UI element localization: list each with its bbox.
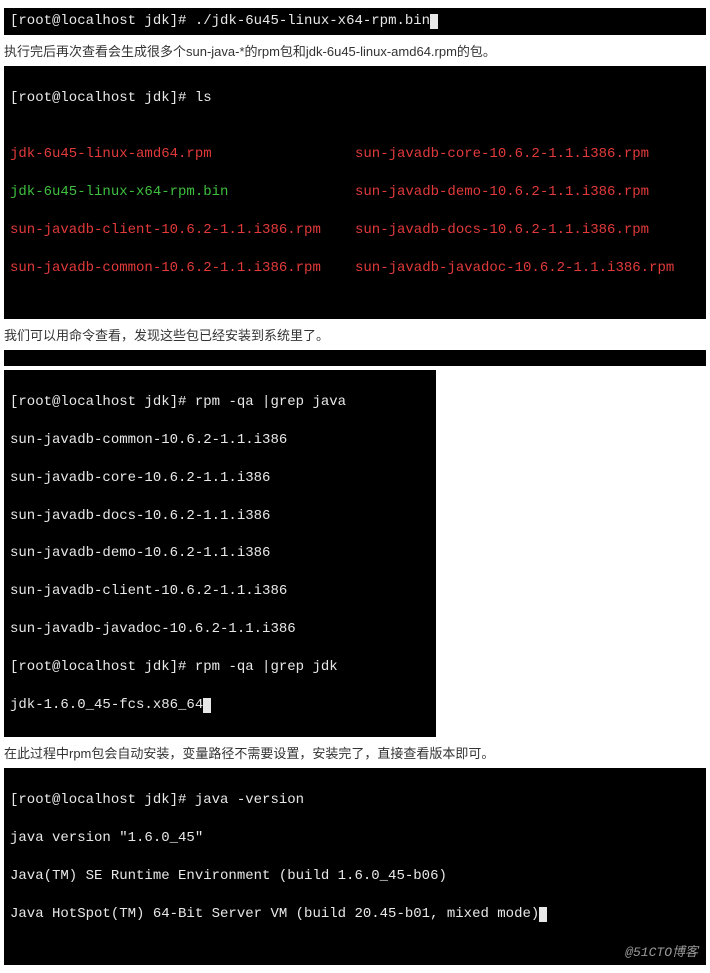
file-rpm: sun-javadb-client-10.6.2-1.1.i386.rpm [10, 221, 355, 240]
prompt: [root@localhost jdk]# [10, 13, 195, 29]
file-rpm: jdk-6u45-linux-amd64.rpm [10, 145, 355, 164]
file-rpm: sun-javadb-demo-10.6.2-1.1.i386.rpm [355, 183, 700, 202]
output-line: sun-javadb-client-10.6.2-1.1.i386 [10, 582, 430, 601]
note-text-2: 我们可以用命令查看，发现这些包已经安装到系统里了。 [4, 325, 706, 344]
terminal-partial-cut [4, 350, 706, 366]
prompt: [root@localhost jdk]# [10, 792, 195, 808]
file-bin: jdk-6u45-linux-x64-rpm.bin [10, 183, 355, 202]
command-text: rpm -qa |grep jdk [195, 659, 338, 675]
file-rpm: sun-javadb-common-10.6.2-1.1.i386.rpm [10, 259, 355, 278]
file-rpm: sun-javadb-javadoc-10.6.2-1.1.i386.rpm [355, 259, 700, 278]
command-text: rpm -qa |grep java [195, 394, 346, 410]
output-line: java version "1.6.0_45" [10, 829, 700, 848]
command-text: ./jdk-6u45-linux-x64-rpm.bin [195, 13, 430, 29]
cursor-icon [539, 907, 547, 922]
note-text-1: 执行完后再次查看会生成很多个sun-java-*的rpm包和jdk-6u45-l… [4, 41, 706, 60]
prompt: [root@localhost jdk]# [10, 394, 195, 410]
note-text-3: 在此过程中rpm包会自动安装，变量路径不需要设置，安装完了，直接查看版本即可。 [4, 743, 706, 762]
file-rpm: sun-javadb-docs-10.6.2-1.1.i386.rpm [355, 221, 700, 240]
output-line: sun-javadb-demo-10.6.2-1.1.i386 [10, 544, 430, 563]
cursor-icon [203, 698, 211, 713]
output-line: sun-javadb-common-10.6.2-1.1.i386 [10, 431, 430, 450]
prompt: [root@localhost jdk]# [10, 659, 195, 675]
output-line: Java HotSpot(TM) 64-Bit Server VM (build… [10, 906, 539, 922]
prompt: [root@localhost jdk]# [10, 90, 195, 106]
command-text: ls [195, 90, 212, 106]
output-line: sun-javadb-core-10.6.2-1.1.i386 [10, 469, 430, 488]
command-text: java -version [195, 792, 304, 808]
output-line: sun-javadb-javadoc-10.6.2-1.1.i386 [10, 620, 430, 639]
terminal-block-3: [root@localhost jdk]# rpm -qa |grep java… [4, 370, 436, 737]
watermark-text: @51CTO博客 [625, 944, 698, 962]
terminal-block-1: [root@localhost jdk]# ./jdk-6u45-linux-x… [4, 8, 706, 35]
cursor-icon [430, 14, 438, 29]
output-line: sun-javadb-docs-10.6.2-1.1.i386 [10, 507, 430, 526]
terminal-block-2: [root@localhost jdk]# ls jdk-6u45-linux-… [4, 66, 706, 320]
file-rpm: sun-javadb-core-10.6.2-1.1.i386.rpm [355, 145, 700, 164]
terminal-block-4: [root@localhost jdk]# java -version java… [4, 768, 706, 965]
output-line: jdk-1.6.0_45-fcs.x86_64 [10, 697, 203, 713]
output-line: Java(TM) SE Runtime Environment (build 1… [10, 867, 700, 886]
